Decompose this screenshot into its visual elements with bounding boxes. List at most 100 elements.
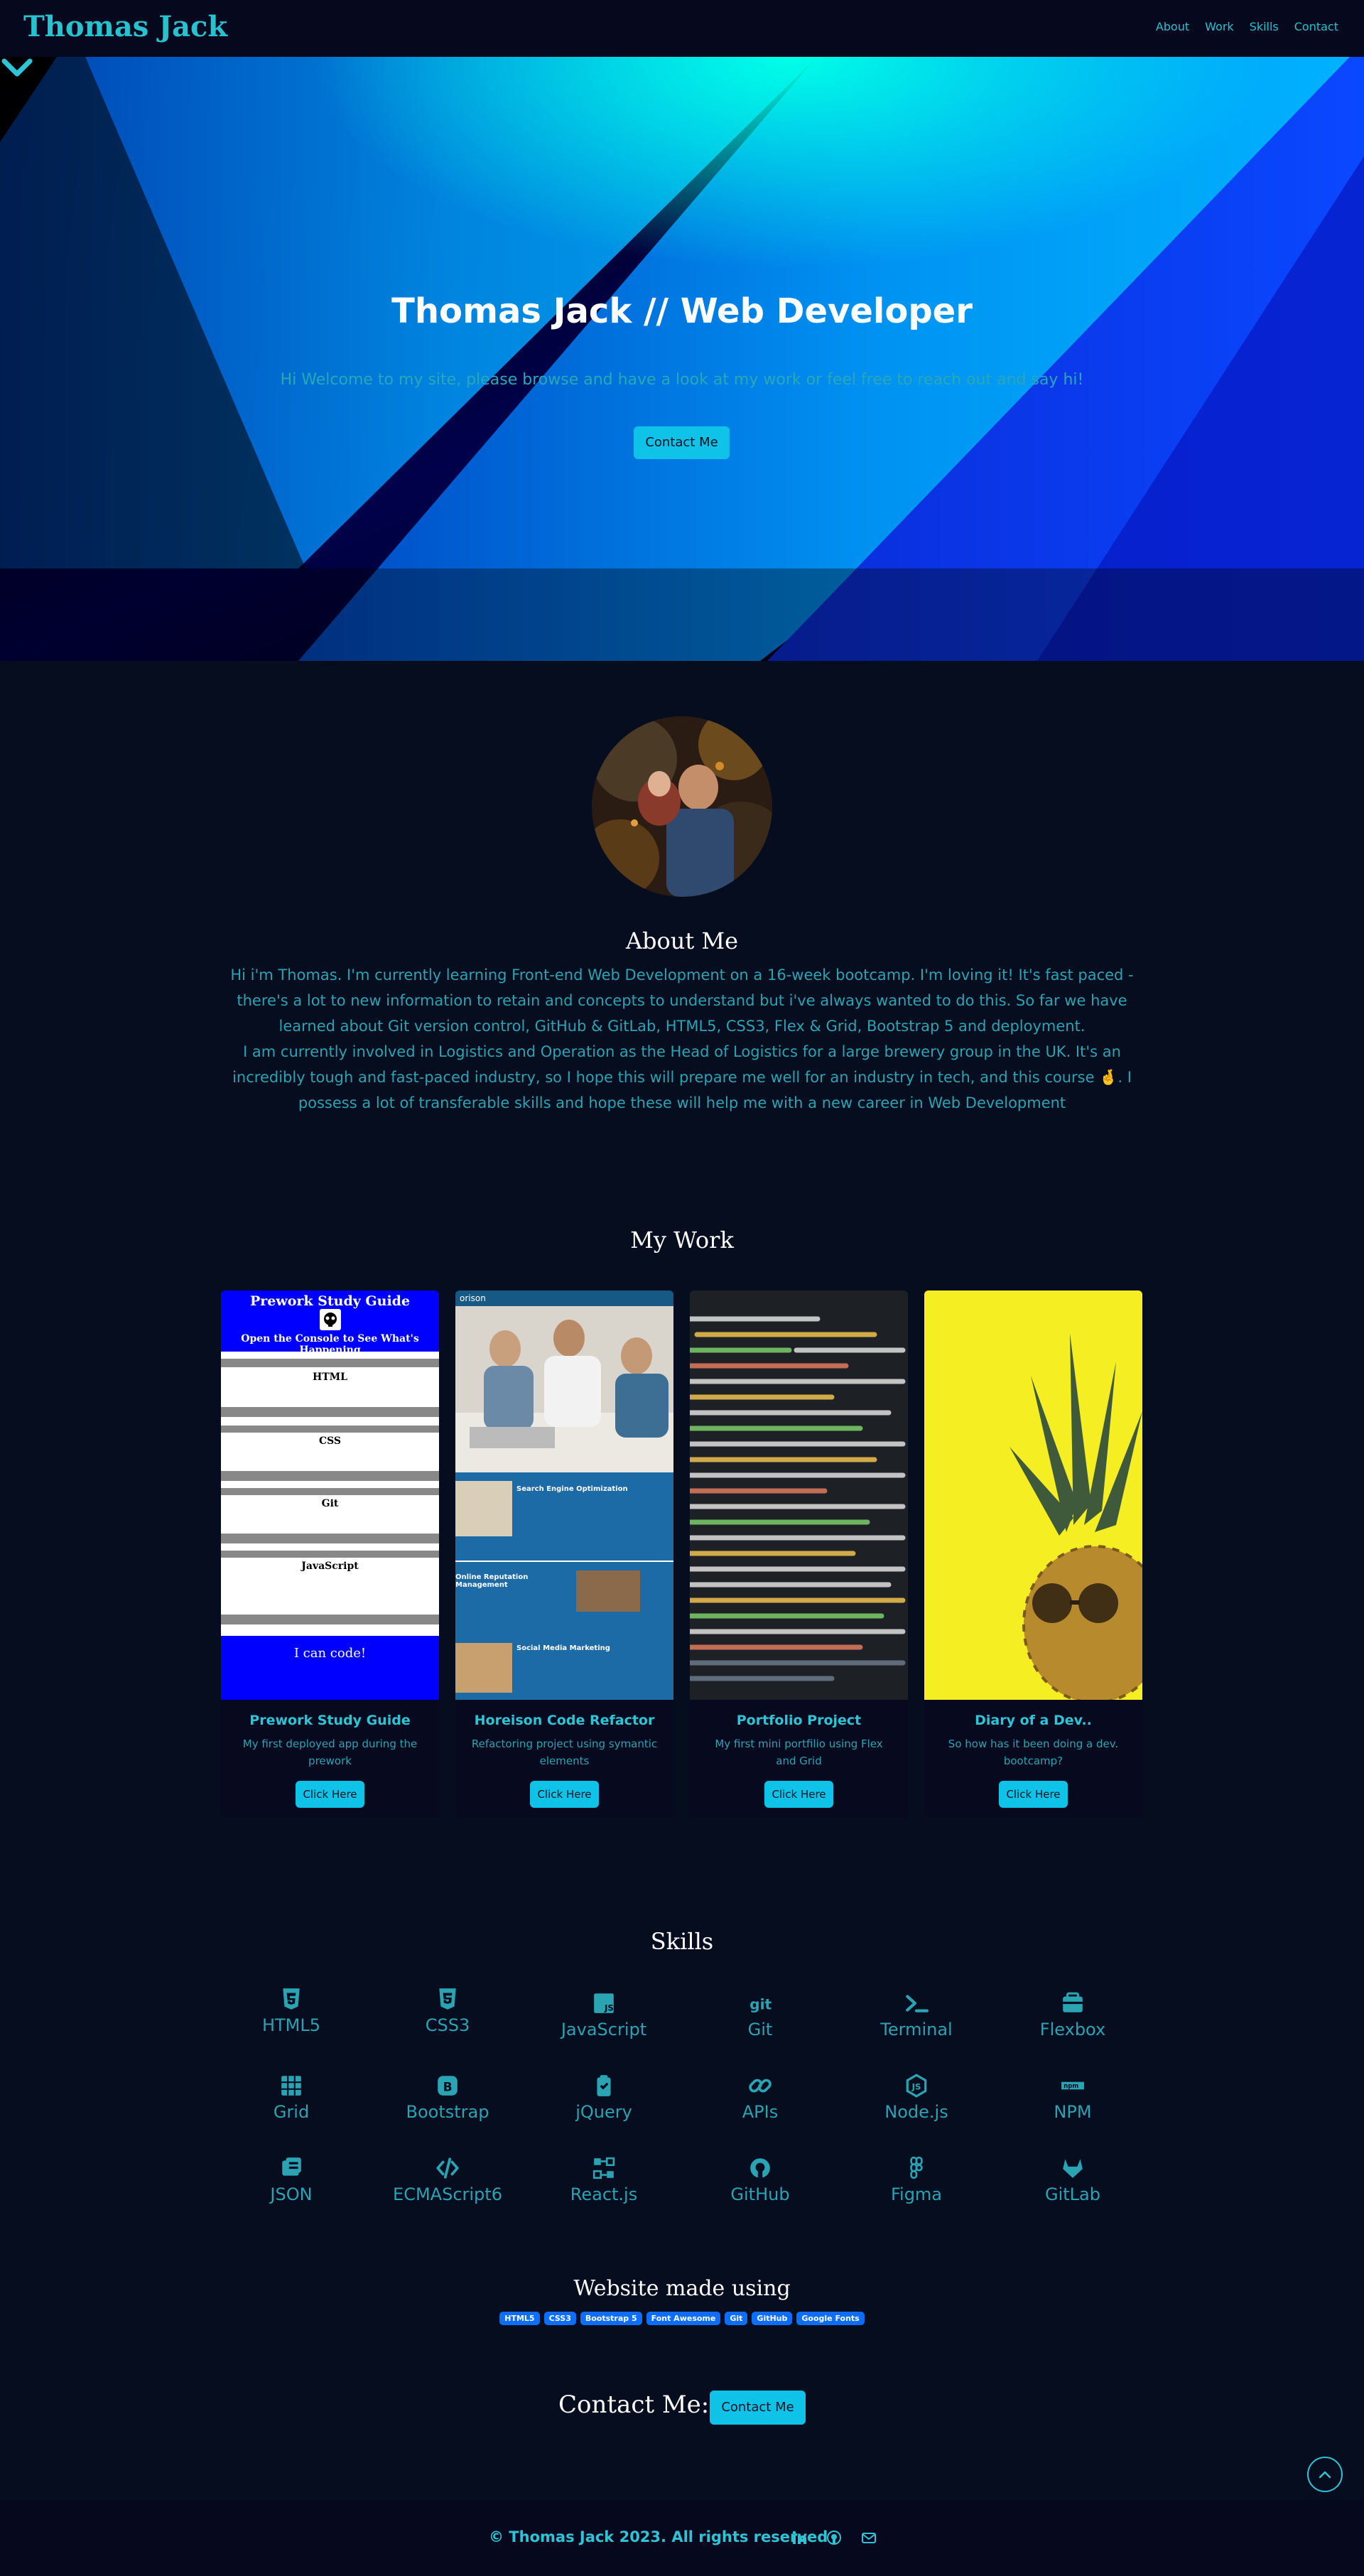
skill-item: Grid — [213, 2074, 369, 2122]
thumb-heading: Prework Study Guide — [249, 1293, 411, 1309]
copyright-text: © Thomas Jack 2023. All rights reserved — [489, 2528, 828, 2545]
project-title: Horeison Code Refactor — [474, 1713, 655, 1728]
link-icon — [749, 2079, 772, 2093]
svg-text:git: git — [749, 1996, 772, 2013]
nav-link-about[interactable]: About — [1156, 20, 1189, 33]
project-description: My first mini portfilio using Flex and G… — [715, 1737, 883, 1767]
skill-item: GitLab — [995, 2156, 1151, 2204]
json-icon — [282, 2157, 301, 2176]
skill-item: npm NPM — [995, 2074, 1151, 2122]
project-link-button[interactable]: Click Here — [296, 1781, 364, 1808]
gitlab-icon — [1063, 2159, 1083, 2178]
thumb-footer: I can code! — [293, 1646, 367, 1661]
skill-label: React.js — [570, 2184, 638, 2204]
tech-badge: Git — [725, 2312, 748, 2325]
brand-logo[interactable]: Thomas Jack — [23, 10, 227, 43]
skills-heading: Skills — [650, 1928, 714, 1955]
thumb-brand: orison — [455, 1290, 673, 1306]
github-icon[interactable] — [826, 2530, 842, 2545]
about-paragraph-2: I am currently involved in Logistics and… — [232, 1043, 1132, 1111]
thumb-section-html: HTML — [313, 1371, 347, 1383]
hero-title: Thomas Jack // Web Developer — [391, 291, 973, 331]
project-thumbnail[interactable] — [690, 1290, 908, 1700]
hero-subtitle: Hi Welcome to my site, please browse and… — [280, 371, 1084, 389]
hero-section: Thomas Jack // Web Developer Hi Welcome … — [0, 57, 1364, 661]
nav-link-skills[interactable]: Skills — [1250, 20, 1279, 33]
nav-link-contact[interactable]: Contact — [1294, 20, 1338, 33]
project-thumbnail[interactable]: orison Search Engine Optimization Online… — [455, 1290, 673, 1700]
skill-item: HTML5 — [213, 1987, 369, 2035]
skill-label: Flexbox — [1039, 2020, 1106, 2039]
contact-button[interactable]: Contact Me — [710, 2391, 806, 2425]
project-title: Prework Study Guide — [249, 1713, 411, 1728]
svg-text:B: B — [443, 2080, 453, 2094]
tech-badge: CSS3 — [543, 2312, 576, 2325]
project-card: orison Search Engine Optimization Online… — [455, 1290, 673, 1818]
skill-label: Terminal — [880, 2020, 953, 2039]
tech-badge: GitHub — [752, 2312, 793, 2325]
project-card: Diary of a Dev.. So how has it been doin… — [924, 1290, 1142, 1818]
project-link-button[interactable]: Click Here — [530, 1781, 599, 1808]
skill-item: APIs — [682, 2074, 838, 2122]
chevron-up-icon — [1319, 2471, 1331, 2479]
skill-item: GitHub — [682, 2156, 838, 2204]
hero-contact-button[interactable]: Contact Me — [634, 426, 730, 459]
thumb-panel-2: Online Reputation Management — [455, 1573, 529, 1589]
skill-item: ECMAScript6 — [369, 2156, 526, 2204]
skill-item: git Git — [682, 1991, 838, 2040]
jquery-icon — [597, 2075, 611, 2096]
navbar: Thomas Jack About Work Skills Contact — [0, 0, 1364, 57]
project-thumbnail[interactable] — [924, 1290, 1142, 1700]
skill-label: ECMAScript6 — [393, 2184, 502, 2204]
bootstrap-icon: B — [438, 2076, 458, 2096]
skill-label: GitHub — [730, 2184, 790, 2204]
skill-label: NPM — [1054, 2102, 1092, 2122]
skill-label: Node.js — [884, 2102, 948, 2122]
skill-item: React.js — [526, 2156, 682, 2204]
skill-item: JSON — [213, 2156, 369, 2204]
footer: © Thomas Jack 2023. All rights reserved — [0, 2500, 1364, 2576]
nav-link-work[interactable]: Work — [1205, 20, 1234, 33]
work-heading: My Work — [630, 1227, 734, 1254]
svg-text:JS: JS — [911, 2081, 921, 2091]
skill-item: Flexbox — [995, 1991, 1151, 2039]
thumb-panel-1: Search Engine Optimization — [516, 1485, 628, 1493]
svg-text:JS: JS — [604, 2003, 614, 2013]
nav-links: About Work Skills Contact — [1156, 20, 1338, 33]
skill-label: CSS3 — [425, 2015, 470, 2035]
project-link-button[interactable]: Click Here — [999, 1781, 1068, 1808]
skill-item: JS JavaScript — [526, 1991, 682, 2039]
skull-icon — [320, 1309, 341, 1330]
made-using-heading: Website made using — [573, 2276, 791, 2301]
skill-label: Grid — [273, 2102, 310, 2122]
flexbox-icon — [1063, 1992, 1083, 2012]
project-link-button[interactable]: Click Here — [764, 1781, 833, 1808]
tech-badge: HTML5 — [499, 2312, 540, 2325]
skill-label: Figma — [890, 2184, 943, 2204]
contact-label: Contact Me: — [558, 2391, 710, 2419]
linkedin-icon[interactable] — [791, 2530, 807, 2545]
about-text: Hi i'm Thomas. I'm currently learning Fr… — [220, 962, 1144, 1116]
javascript-icon: JS — [594, 1993, 614, 2013]
skill-label: jQuery — [575, 2102, 632, 2122]
about-heading: About Me — [625, 927, 739, 954]
tech-badge: Google Fonts — [796, 2312, 865, 2325]
skill-label: JSON — [270, 2184, 313, 2204]
skill-label: Bootstrap — [406, 2102, 489, 2122]
avatar — [592, 716, 772, 897]
code-icon — [436, 2157, 459, 2179]
project-description: Refactoring project using symantic eleme… — [471, 1737, 658, 1767]
project-title: Portfolio Project — [736, 1713, 862, 1728]
pineapple-image — [924, 1290, 1142, 1700]
skill-label: JavaScript — [561, 2020, 647, 2039]
tech-badges: HTML5 CSS3 Bootstrap 5 Font Awesome Git … — [0, 2312, 1364, 2325]
github-icon — [750, 2158, 770, 2178]
skill-label: HTML5 — [261, 2015, 321, 2035]
terminal-icon — [906, 1995, 929, 2012]
back-to-top-button[interactable] — [1307, 2457, 1343, 2492]
project-thumbnail[interactable]: Prework Study Guide Open the Console to … — [221, 1290, 439, 1700]
email-icon[interactable] — [861, 2530, 877, 2545]
nodejs-icon: JS — [906, 2074, 927, 2098]
grid-icon — [281, 2076, 301, 2096]
chevron-down-icon[interactable] — [0, 57, 34, 78]
